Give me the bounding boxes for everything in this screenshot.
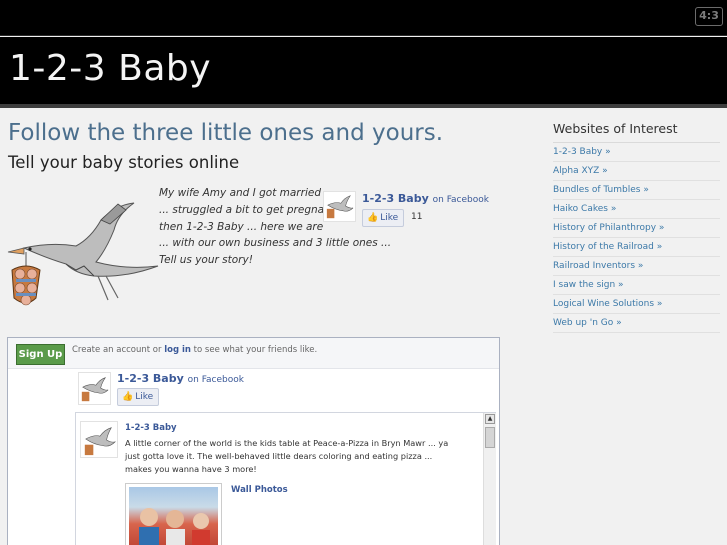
sidebar-link[interactable]: Logical Wine Solutions »: [553, 295, 720, 314]
aspect-ratio-badge: 4:3: [695, 7, 723, 26]
top-bar: 4:3: [0, 0, 727, 36]
page-thumbnail[interactable]: [323, 191, 356, 222]
post-photo[interactable]: [125, 483, 222, 545]
sidebar-title: Websites of Interest: [553, 121, 720, 143]
thumbs-up-icon: 👍: [367, 213, 379, 223]
sidebar-link[interactable]: 1-2-3 Baby »: [553, 143, 720, 162]
like-count: 11: [411, 212, 423, 222]
sidebar-link[interactable]: I saw the sign »: [553, 276, 720, 295]
babies-bundle-icon: [11, 265, 41, 306]
stream-scrollbar[interactable]: ▲: [483, 413, 496, 545]
sidebar: Websites of Interest 1-2-3 Baby » Alpha …: [553, 121, 720, 333]
site-title[interactable]: 1-2-3 Baby: [9, 48, 211, 89]
story-line: ... with our own business and 3 little o…: [159, 237, 392, 250]
page-headline: Follow the three little ones and yours.: [8, 120, 444, 146]
kids-photo-drawing: [139, 508, 210, 545]
sidebar-link[interactable]: History of the Railroad »: [553, 238, 720, 257]
facebook-like-box: Sign Up Create an account or log in to s…: [7, 337, 500, 545]
kids-photo-image: [129, 487, 218, 545]
post-author-thumbnail[interactable]: [80, 421, 118, 458]
stork-illustration: [7, 202, 159, 306]
sidebar-link[interactable]: Railroad Inventors »: [553, 257, 720, 276]
sidebar-link[interactable]: Haiko Cakes »: [553, 200, 720, 219]
like-button[interactable]: 👍 Like: [362, 209, 405, 227]
sidebar-link[interactable]: Web up 'n Go »: [553, 314, 720, 333]
scroll-thumb[interactable]: [485, 427, 495, 448]
site-header: 1-2-3 Baby: [0, 37, 727, 108]
facebook-stream[interactable]: 1-2-3 Baby A little corner of the world …: [75, 412, 496, 545]
page-thumbnail[interactable]: [78, 372, 111, 405]
facebook-page-link[interactable]: 1-2-3 Baby on Facebook: [362, 192, 489, 205]
story-line: Tell us your story!: [159, 254, 253, 267]
sign-up-button[interactable]: Sign Up: [16, 344, 65, 365]
facebook-page-link[interactable]: 1-2-3 Baby on Facebook: [117, 372, 244, 385]
scroll-up-arrow-icon[interactable]: ▲: [485, 414, 495, 424]
post-text: A little corner of the world is the kids…: [125, 438, 449, 474]
like-button[interactable]: 👍 Like: [117, 388, 160, 406]
thumbs-up-icon: 👍: [122, 392, 134, 402]
facebook-like-widget: 1-2-3 Baby on Facebook 👍 Like 11: [323, 191, 493, 231]
sidebar-link[interactable]: Alpha XYZ »: [553, 162, 720, 181]
log-in-link[interactable]: log in: [164, 345, 191, 355]
sidebar-link[interactable]: History of Philanthropy »: [553, 219, 720, 238]
wall-photos-link[interactable]: Wall Photos: [231, 485, 288, 495]
post-author[interactable]: 1-2-3 Baby: [125, 423, 177, 433]
signup-prompt: Create an account or log in to see what …: [72, 345, 318, 355]
facebook-signup-bar: Sign Up Create an account or log in to s…: [8, 338, 499, 369]
facebook-page-header: 1-2-3 Baby on Facebook 👍 Like: [78, 370, 488, 412]
sidebar-link[interactable]: Bundles of Tumbles »: [553, 181, 720, 200]
page-subheadline: Tell your baby stories online: [8, 153, 240, 172]
